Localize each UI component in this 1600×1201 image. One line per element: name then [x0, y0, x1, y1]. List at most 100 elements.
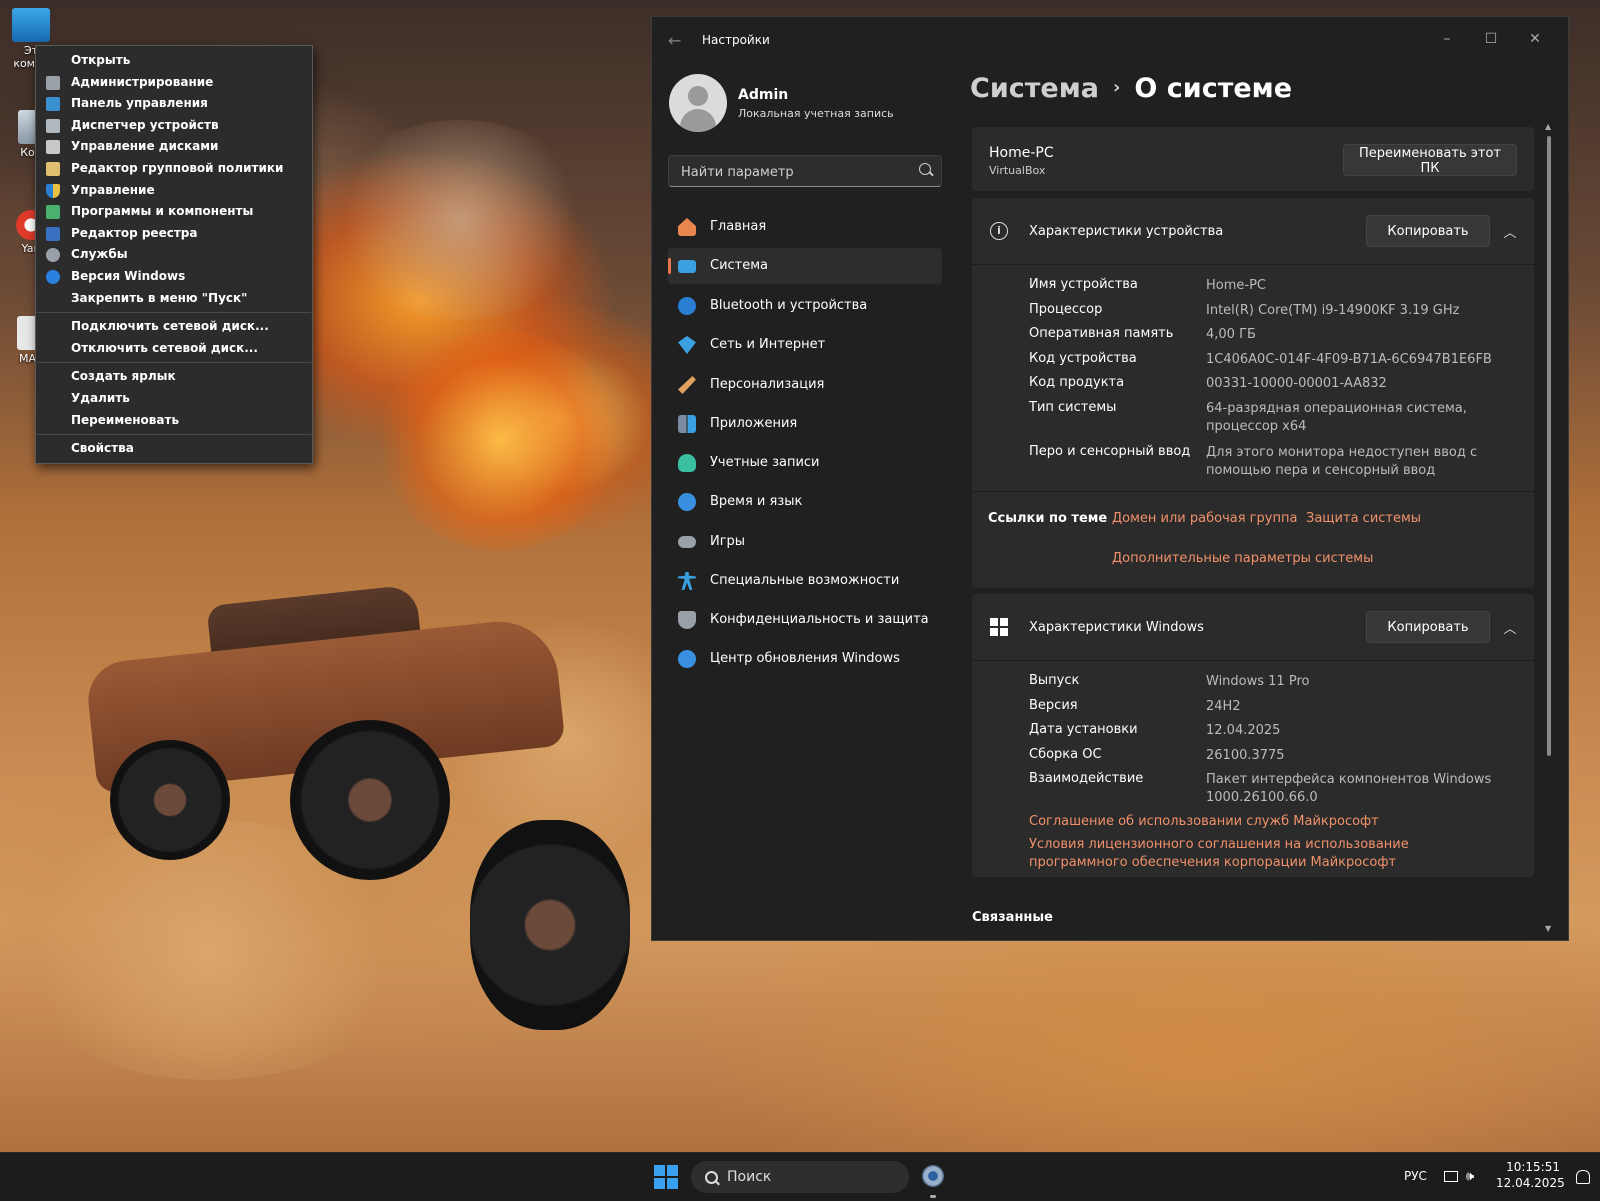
taskbar-clock[interactable]: 10:15:51 12.04.2025	[1496, 1159, 1565, 1191]
menu-item-label: Удалить	[71, 390, 130, 405]
nav-item-accounts[interactable]: Учетные записи	[668, 445, 942, 481]
breadcrumb-parent[interactable]: Система	[970, 73, 1099, 104]
menu-item-properties[interactable]: Свойства	[36, 438, 312, 460]
windows-specs-header[interactable]: Характеристики Windows Копировать ︿	[972, 594, 1534, 660]
menu-item-group-policy[interactable]: Редактор групповой политики	[36, 158, 312, 180]
notification-bell-icon[interactable]	[1576, 1170, 1590, 1184]
menu-item-label: Версия Windows	[71, 268, 186, 283]
link-microsoft-services-agreement[interactable]: Соглашение об использовании служб Майкро…	[1029, 814, 1379, 829]
menu-item-label: Подключить сетевой диск...	[71, 319, 269, 334]
chevron-up-icon[interactable]: ︿	[1500, 618, 1520, 638]
link-advanced-system-settings[interactable]: Дополнительные параметры системы	[1112, 551, 1373, 566]
user-shoulders-icon	[680, 109, 716, 132]
device-specs-card: i Характеристики устройства Копировать ︿…	[972, 198, 1534, 588]
taskbar-search[interactable]: Поиск	[691, 1161, 909, 1193]
nav-item-label: Конфиденциальность и защита	[710, 612, 929, 627]
menu-item-services[interactable]: Службы	[36, 244, 312, 266]
nav-item-network[interactable]: Сеть и Интернет	[668, 327, 942, 363]
menu-item-map-network-drive[interactable]: Подключить сетевой диск...	[36, 316, 312, 338]
accounts-icon	[678, 454, 696, 472]
brush-icon	[678, 376, 696, 394]
apps-icon	[678, 415, 696, 433]
menu-item-pin-to-start[interactable]: Закрепить в меню "Пуск"	[36, 288, 312, 310]
nav-item-bluetooth[interactable]: Bluetooth и устройства	[668, 288, 942, 324]
menu-item-programs[interactable]: Программы и компоненты	[36, 201, 312, 223]
menu-item-registry-editor[interactable]: Редактор реестра	[36, 223, 312, 245]
active-app-indicator	[930, 1195, 936, 1198]
menu-item-disk-management[interactable]: Управление дисками	[36, 136, 312, 158]
maximize-button[interactable]: ☐	[1474, 25, 1508, 53]
scroll-down-arrow-icon[interactable]: ▼	[1545, 924, 1551, 933]
menu-item-label: Управление дисками	[71, 139, 219, 154]
search-icon[interactable]	[919, 163, 931, 175]
volume-icon[interactable]: 🕪	[1466, 1169, 1482, 1184]
scrollbar-thumb[interactable]	[1547, 136, 1551, 756]
menu-item-label: Управление	[71, 182, 155, 197]
nav-item-privacy[interactable]: Конфиденциальность и защита	[668, 602, 942, 638]
menu-item-delete[interactable]: Удалить	[36, 388, 312, 410]
nav-item-time-language[interactable]: Время и язык	[668, 484, 942, 520]
menu-item-device-manager[interactable]: Диспетчер устройств	[36, 115, 312, 137]
language-indicator[interactable]: РУС	[1404, 1169, 1427, 1183]
spec-value: Intel(R) Core(TM) i9-14900KF 3.19 GHz	[1206, 303, 1460, 318]
truck-wheel	[470, 820, 630, 1030]
menu-item-disconnect-network-drive[interactable]: Отключить сетевой диск...	[36, 338, 312, 360]
taskbar-search-label: Поиск	[727, 1169, 772, 1185]
nav-item-accessibility[interactable]: Специальные возможности	[668, 563, 942, 599]
spec-key: Сборка ОС	[1029, 747, 1102, 762]
menu-item-rename[interactable]: Переименовать	[36, 410, 312, 432]
menu-item-label: Создать ярлык	[71, 369, 176, 384]
menu-item-label: Редактор групповой политики	[71, 160, 284, 175]
settings-search[interactable]	[668, 155, 942, 187]
nav-item-apps[interactable]: Приложения	[668, 406, 942, 442]
chevron-up-icon[interactable]: ︿	[1500, 222, 1520, 242]
breadcrumb: Система › О системе	[970, 73, 1292, 104]
copy-windows-specs-button[interactable]: Копировать	[1366, 611, 1490, 643]
pc-name-card: Home-PC VirtualBox Переименовать этот ПК	[972, 127, 1534, 191]
nav-item-home[interactable]: Главная	[668, 209, 942, 245]
settings-gear-icon[interactable]	[922, 1165, 944, 1187]
menu-item-create-shortcut[interactable]: Создать ярлык	[36, 366, 312, 388]
minimize-button[interactable]: –	[1430, 25, 1464, 53]
network-icon[interactable]	[1444, 1171, 1458, 1182]
menu-item-open[interactable]: Открыть	[36, 50, 312, 72]
spec-key: Код устройства	[1029, 351, 1137, 366]
nav-item-personalization[interactable]: Персонализация	[668, 367, 942, 403]
menu-item-manage[interactable]: Управление	[36, 180, 312, 202]
nav-item-label: Сеть и Интернет	[710, 337, 826, 352]
rename-pc-button[interactable]: Переименовать этот ПК	[1343, 144, 1517, 176]
link-system-protection[interactable]: Защита системы	[1306, 511, 1421, 526]
copy-device-specs-button[interactable]: Копировать	[1366, 215, 1490, 247]
info-icon	[46, 269, 60, 284]
divider	[972, 264, 1534, 265]
scroll-up-arrow-icon[interactable]: ▲	[1545, 122, 1551, 131]
fire-explosion	[380, 330, 620, 550]
search-input[interactable]	[679, 161, 913, 183]
start-button[interactable]	[654, 1165, 678, 1189]
nav-item-gaming[interactable]: Игры	[668, 524, 942, 560]
user-name: Admin	[738, 87, 789, 103]
menu-item-label: Редактор реестра	[71, 225, 198, 240]
spec-value: Для этого монитора недоступен ввод с пом…	[1206, 445, 1478, 478]
close-button[interactable]: ✕	[1518, 25, 1552, 53]
settings-scrollbar[interactable]: ▲ ▼	[1545, 122, 1553, 934]
services-gear-icon	[46, 248, 60, 263]
user-avatar[interactable]	[669, 74, 727, 132]
menu-item-windows-version[interactable]: Версия Windows	[36, 266, 312, 288]
device-specs-header[interactable]: i Характеристики устройства Копировать ︿	[972, 198, 1534, 264]
menu-item-administration[interactable]: Администрирование	[36, 72, 312, 94]
user-head-icon	[688, 86, 708, 106]
nav-item-windows-update[interactable]: Центр обновления Windows	[668, 641, 942, 677]
menu-item-control-panel[interactable]: Панель управления	[36, 93, 312, 115]
nav-item-system[interactable]: Система	[668, 248, 942, 284]
link-microsoft-license-terms[interactable]: Условия лицензионного соглашения на испо…	[1029, 836, 1509, 872]
nav-item-label: Специальные возможности	[710, 573, 900, 588]
programs-icon	[46, 205, 60, 220]
back-arrow-icon[interactable]: ←	[668, 31, 681, 50]
nav-item-label: Главная	[710, 219, 767, 234]
menu-item-label: Свойства	[71, 441, 134, 456]
device-specs-title: Характеристики устройства	[1029, 224, 1224, 239]
menu-separator	[37, 312, 311, 314]
nav-item-label: Приложения	[710, 416, 798, 431]
link-domain-workgroup[interactable]: Домен или рабочая группа	[1112, 511, 1297, 526]
